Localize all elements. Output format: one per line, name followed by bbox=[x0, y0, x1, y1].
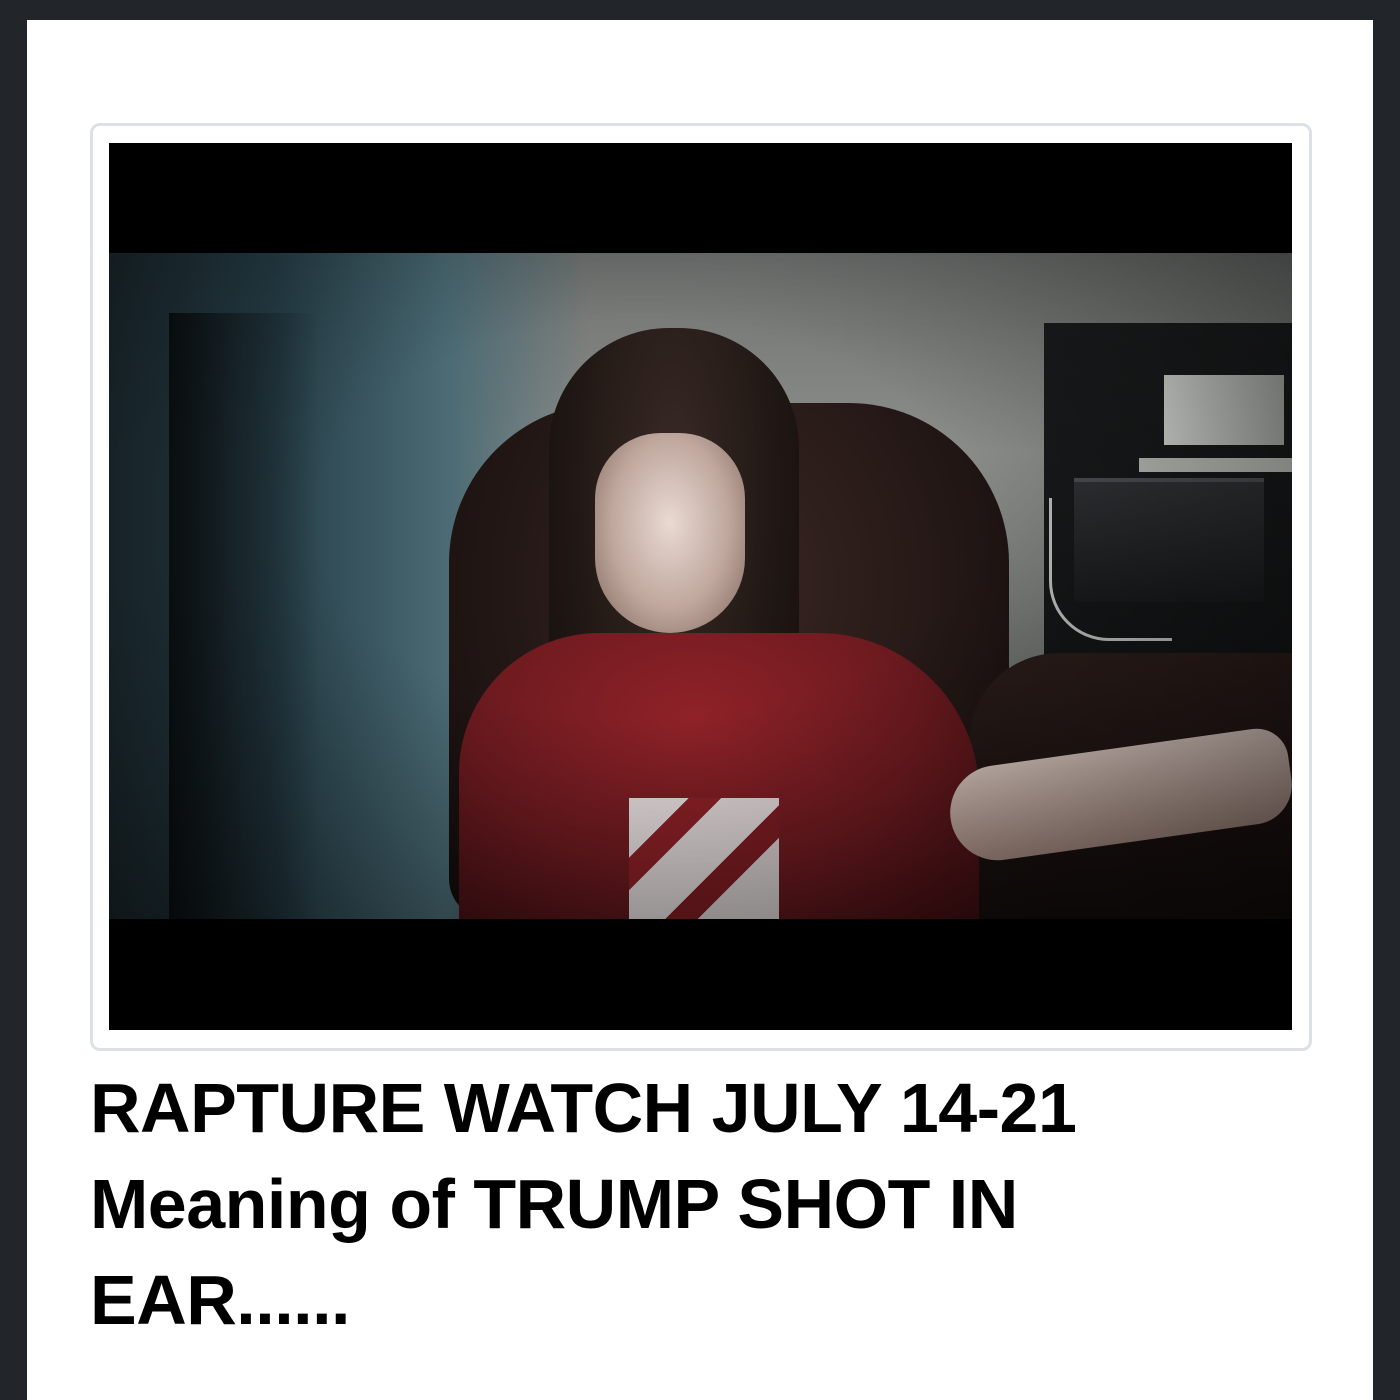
post-title-line: RAPTURE WATCH JULY 14-21 bbox=[90, 1069, 1077, 1147]
post-title-line: Meaning of TRUMP SHOT IN bbox=[90, 1165, 1018, 1243]
video-frame-image bbox=[109, 253, 1292, 919]
vignette-overlay bbox=[109, 253, 1292, 919]
video-thumbnail[interactable] bbox=[109, 143, 1292, 1030]
post-title-line: EAR...... bbox=[90, 1261, 350, 1339]
post-title[interactable]: RAPTURE WATCH JULY 14-21 Meaning of TRUM… bbox=[90, 1060, 1340, 1348]
post-card: RAPTURE WATCH JULY 14-21 Meaning of TRUM… bbox=[27, 20, 1373, 1400]
video-thumbnail-frame[interactable] bbox=[90, 123, 1312, 1051]
